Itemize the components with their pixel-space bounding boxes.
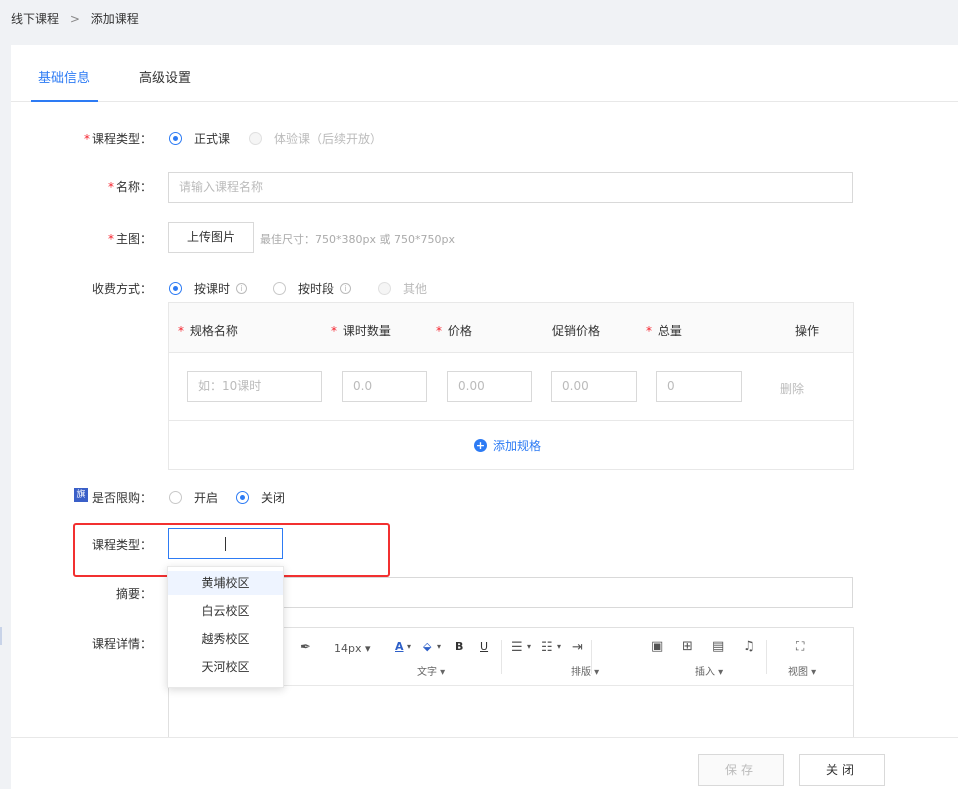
- chevron-down-icon[interactable]: ▾: [527, 642, 531, 651]
- table-icon[interactable]: ⊞: [682, 639, 693, 654]
- hours-input[interactable]: 0.0: [342, 371, 427, 402]
- radio-unchecked-icon: [273, 282, 286, 295]
- text-caret: [225, 537, 226, 551]
- fullscreen-icon[interactable]: ⛶: [796, 639, 804, 654]
- toolbar-caption-layout[interactable]: 排版 ▾: [571, 663, 599, 678]
- font-color-icon[interactable]: A: [395, 640, 404, 653]
- radio-checked-icon: [169, 282, 182, 295]
- course-name-input[interactable]: 请输入课程名称: [168, 172, 853, 203]
- total-input[interactable]: 0: [656, 371, 742, 402]
- breadcrumb-separator: >: [69, 12, 80, 26]
- header-price: * 价格: [436, 324, 472, 338]
- dropdown-option[interactable]: 黄埔校区: [168, 571, 283, 595]
- radio-checked-icon: [236, 491, 249, 504]
- table-row: 如：10课时 0.0 0.00 0.00 0 删除: [169, 353, 853, 421]
- promo-price-input[interactable]: 0.00: [551, 371, 637, 402]
- dropdown-option[interactable]: 白云校区: [168, 599, 283, 623]
- campus-dropdown: 黄埔校区 白云校区 越秀校区 天河校区: [167, 566, 284, 688]
- course-category-label: 课程类型：: [91, 538, 152, 552]
- active-tab-indicator: [31, 100, 98, 102]
- header-promo-price: 促销价格: [552, 324, 601, 338]
- flagship-badge-icon: 旗: [74, 488, 88, 502]
- spec-table-header: * 规格名称 * 课时数量 * 价格 促销价格 * 总量 操作: [169, 303, 853, 353]
- breadcrumb-current: 添加课程: [90, 12, 139, 26]
- dropdown-option[interactable]: 越秀校区: [168, 627, 283, 651]
- price-input[interactable]: 0.00: [447, 371, 532, 402]
- video-icon[interactable]: ▤: [712, 639, 724, 654]
- main-panel: 基础信息 高级设置 * 课程类型： 正式课 体验课（后续开放） * 名称： 请输入课…: [11, 45, 958, 789]
- save-button[interactable]: 保存: [698, 754, 784, 786]
- toolbar-caption-text[interactable]: 文字 ▾: [417, 663, 445, 678]
- summary-label: 摘要：: [115, 587, 152, 601]
- main-image-label: * 主图：: [107, 232, 152, 246]
- add-spec-button[interactable]: + 添加规格: [474, 437, 541, 454]
- radio-formal-course[interactable]: 正式课: [169, 130, 230, 147]
- charge-mode-label: 收费方式：: [91, 282, 152, 296]
- details-label: 课程详情：: [91, 637, 152, 651]
- edge-indicator: [0, 627, 2, 645]
- chevron-down-icon[interactable]: ▾: [437, 642, 441, 651]
- list-icon[interactable]: ☷: [541, 640, 553, 655]
- dropdown-option[interactable]: 天河校区: [168, 655, 283, 679]
- image-size-hint: 最佳尺寸：750*380px 或 750*750px: [260, 233, 455, 246]
- header-hours: * 课时数量: [331, 324, 391, 338]
- underline-icon[interactable]: U: [480, 640, 488, 653]
- chevron-down-icon[interactable]: ▾: [557, 642, 561, 651]
- radio-limit-on[interactable]: 开启: [169, 489, 218, 506]
- indent-icon[interactable]: ⇥: [572, 640, 583, 655]
- toolbar-divider: [501, 640, 502, 674]
- header-action: 操作: [795, 324, 820, 338]
- toolbar-divider: [766, 640, 767, 674]
- radio-checked-icon: [169, 132, 182, 145]
- radio-disabled-icon: [249, 132, 262, 145]
- header-spec-name: * 规格名称: [178, 324, 238, 338]
- plus-circle-icon: +: [474, 439, 487, 452]
- font-size-select[interactable]: 14px ▾: [334, 642, 371, 655]
- info-icon[interactable]: i: [340, 283, 352, 294]
- image-icon[interactable]: ▣: [651, 639, 663, 654]
- format-painter-icon[interactable]: ✒: [300, 640, 311, 655]
- chevron-down-icon[interactable]: ▾: [407, 642, 411, 651]
- align-icon[interactable]: ☰: [511, 640, 523, 655]
- radio-limit-off[interactable]: 关闭: [236, 489, 285, 506]
- delete-spec-link[interactable]: 删除: [780, 380, 804, 397]
- toolbar-divider: [591, 640, 592, 674]
- header-total: * 总量: [646, 324, 682, 338]
- breadcrumb: 线下课程 > 添加课程: [11, 10, 139, 27]
- tab-basic-info[interactable]: 基础信息: [38, 67, 90, 86]
- spec-name-input[interactable]: 如：10课时: [187, 371, 322, 402]
- course-type-label: * 课程类型：: [83, 132, 152, 146]
- radio-by-lesson[interactable]: 按课时 i: [169, 280, 248, 297]
- toolbar-caption-view[interactable]: 视图 ▾: [788, 663, 816, 678]
- purchase-limit-label: 是否限购：: [92, 491, 153, 505]
- radio-other: 其他: [378, 280, 427, 297]
- radio-trial-course: 体验课（后续开放）: [249, 130, 382, 147]
- footer-bar: 保存 关闭: [11, 737, 958, 789]
- radio-unchecked-icon: [169, 491, 182, 504]
- spec-table: * 规格名称 * 课时数量 * 价格 促销价格 * 总量 操作 如：10课时 0…: [168, 302, 854, 470]
- highlight-color-icon[interactable]: ⬙: [423, 640, 431, 653]
- bold-icon[interactable]: B: [455, 640, 463, 653]
- info-icon[interactable]: i: [236, 283, 248, 294]
- toolbar-caption-insert[interactable]: 插入 ▾: [695, 663, 723, 678]
- radio-disabled-icon: [378, 282, 391, 295]
- close-button[interactable]: 关闭: [799, 754, 885, 786]
- name-label: * 名称：: [107, 180, 152, 194]
- radio-by-period[interactable]: 按时段 i: [273, 280, 352, 297]
- course-category-input[interactable]: [168, 528, 283, 559]
- upload-image-button[interactable]: 上传图片: [168, 222, 254, 253]
- breadcrumb-parent[interactable]: 线下课程: [11, 12, 59, 26]
- tab-bar: 基础信息 高级设置: [11, 45, 958, 102]
- audio-icon[interactable]: ♫: [743, 639, 755, 654]
- tab-advanced-settings[interactable]: 高级设置: [139, 67, 191, 86]
